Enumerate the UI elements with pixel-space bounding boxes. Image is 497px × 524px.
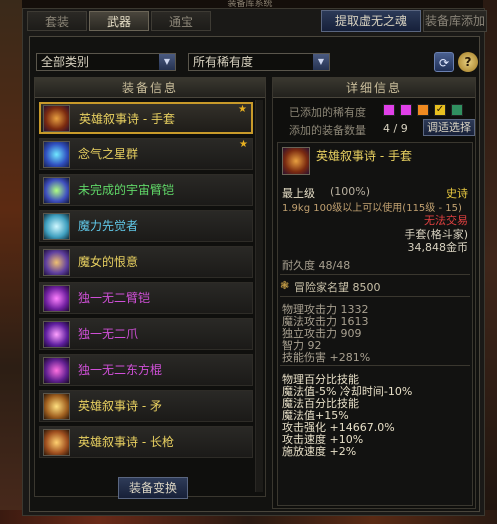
item-price: 34,848金币 [407, 241, 469, 254]
adjust-selection-button[interactable]: 调适选择 [423, 119, 475, 136]
checkmark-icon[interactable]: ✓ [434, 104, 446, 116]
extract-soul-button[interactable]: 提取虚无之魂 [321, 10, 421, 32]
item-name: 英雄叙事诗 - 长枪 [78, 435, 174, 449]
item-grade-pct: (100%) [330, 185, 371, 198]
item-name: 独一无二爪 [78, 327, 139, 341]
list-item[interactable]: 魔女的恨意 [39, 246, 253, 278]
rarity-swatch[interactable] [400, 104, 412, 116]
equipment-count-value: 4 / 9 [383, 122, 408, 135]
list-item[interactable]: 英雄叙事诗 - 长枪 [39, 426, 253, 458]
list-item[interactable]: 英雄叙事诗 - 手套 ★ [39, 102, 253, 134]
background-scenery-right [483, 0, 497, 524]
list-item[interactable]: 独一无二爪 [39, 318, 253, 350]
list-item[interactable]: 独一无二东方棍 [39, 354, 253, 386]
chevron-down-icon[interactable]: ▼ [159, 54, 175, 70]
item-name: 魔女的恨意 [78, 255, 139, 269]
list-item[interactable]: 英雄叙事诗 - 矛 [39, 390, 253, 422]
rarity-swatch[interactable] [451, 104, 463, 116]
gauntlet-icon [43, 105, 70, 132]
tab-weapon[interactable]: 武器 [89, 11, 149, 31]
background-scenery-left [0, 0, 22, 524]
item-name: 独一无二臂铠 [78, 291, 151, 305]
gauntlet-icon [282, 147, 310, 175]
effect-line: 施放速度 +2% [282, 445, 357, 458]
detail-panel: 详细信息 已添加的稀有度 ✓ 添加的装备数量 4 / 9 调适选择 英雄叙事诗 … [272, 77, 476, 509]
arm-guard-icon [43, 177, 70, 204]
star-icon: ★ [239, 139, 248, 150]
chevron-down-icon[interactable]: ▼ [313, 54, 329, 70]
rarity-select-value: 所有稀有度 [193, 55, 254, 69]
rarity-added-label: 已添加的稀有度 [289, 106, 366, 119]
help-icon[interactable]: ? [458, 52, 478, 72]
detail-panel-title: 详细信息 [273, 78, 475, 98]
witch-claw-icon [43, 249, 70, 276]
tab-tongbao[interactable]: 通宝 [151, 11, 211, 31]
tab-set[interactable]: 套装 [27, 11, 87, 31]
main-frame: 全部类别 ▼ 所有稀有度 ▼ ⟳ ? 装备信息 英雄叙事诗 - 手套 ★ 念气之… [29, 36, 480, 512]
item-name: 魔力先觉者 [78, 219, 139, 233]
refresh-icon[interactable]: ⟳ [434, 52, 454, 72]
item-name: 英雄叙事诗 - 矛 [78, 399, 162, 413]
star-icon: ★ [238, 104, 247, 115]
item-name: 独一无二东方棍 [78, 363, 163, 377]
item-title: 英雄叙事诗 - 手套 [316, 149, 412, 163]
magic-orb-icon [43, 213, 70, 240]
item-name: 念气之星群 [78, 147, 139, 161]
category-select[interactable]: 全部类别 ▼ [36, 53, 176, 71]
claw-icon [43, 321, 70, 348]
list-item[interactable]: 独一无二臂铠 [39, 282, 253, 314]
item-name: 英雄叙事诗 - 手套 [79, 112, 175, 126]
rarity-select[interactable]: 所有稀有度 ▼ [188, 53, 330, 71]
item-detail-box: 英雄叙事诗 - 手套 最上级 (100%) 史诗 1.9kg 100级以上可以使… [277, 142, 473, 506]
divider [280, 296, 470, 297]
lance-icon [43, 429, 70, 456]
category-select-value: 全部类别 [41, 55, 90, 69]
rarity-swatch[interactable] [417, 104, 429, 116]
star-cluster-icon [43, 141, 70, 168]
divider [280, 365, 470, 366]
equipment-list-panel: 装备信息 英雄叙事诗 - 手套 ★ 念气之星群 ★ 未完成的宇宙臂铠 魔力先觉者 [34, 77, 266, 497]
equipment-library-window: 套装 武器 通宝 提取虚无之魂 装备库添加 全部类别 ▼ 所有稀有度 ▼ ⟳ ?… [22, 8, 487, 516]
durability: 耐久度 48/48 [282, 259, 351, 272]
spear-icon [43, 393, 70, 420]
reputation-icon: ❃ [280, 279, 290, 292]
rarity-swatch[interactable] [383, 104, 395, 116]
add-to-library-button[interactable]: 装备库添加 [423, 10, 487, 32]
equipment-transform-button[interactable]: 装备变换 [118, 477, 188, 499]
list-scrollbar[interactable] [255, 100, 263, 492]
equipment-list-title: 装备信息 [35, 78, 265, 98]
list-item[interactable]: 念气之星群 ★ [39, 138, 253, 170]
arm-guard-icon [43, 285, 70, 312]
stat-line: 技能伤害 +281% [282, 351, 371, 364]
list-item[interactable]: 未完成的宇宙臂铠 [39, 174, 253, 206]
item-name: 未完成的宇宙臂铠 [78, 183, 175, 197]
staff-icon [43, 357, 70, 384]
equipment-count-label: 添加的装备数量 [289, 124, 366, 137]
list-item[interactable]: 魔力先觉者 [39, 210, 253, 242]
reputation: 冒险家名望 8500 [294, 281, 381, 294]
divider [280, 274, 470, 275]
